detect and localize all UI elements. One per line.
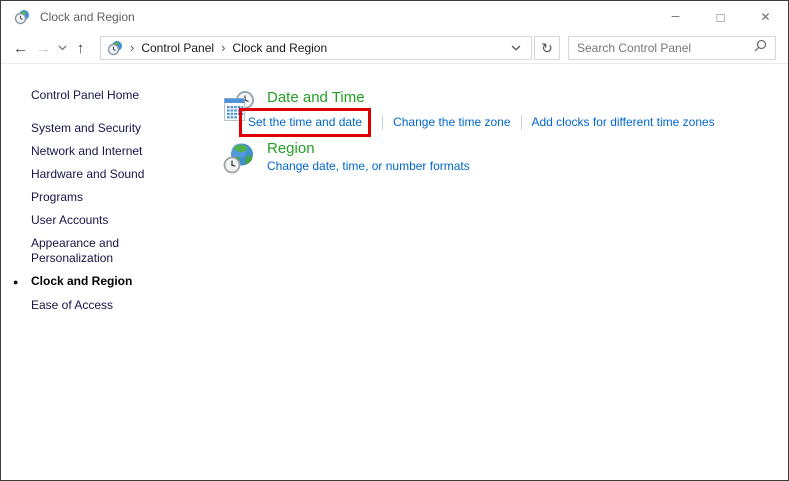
search-box[interactable] [568,36,776,60]
sidebar-item-control-panel-home[interactable]: Control Panel Home [31,88,191,103]
sidebar-item-clock-and-region[interactable]: ● Clock and Region [13,274,191,289]
search-input[interactable] [577,41,753,55]
sidebar-item-network-and-internet[interactable]: Network and Internet [31,144,191,159]
sidebar-item-hardware-and-sound[interactable]: Hardware and Sound [31,167,191,182]
up-button[interactable]: ↑ [69,35,92,61]
task-link-change-formats[interactable]: Change date, time, or number formats [267,159,470,174]
forward-button[interactable]: → [32,35,55,61]
back-button[interactable]: ← [9,35,32,61]
breadcrumb-item-clock-and-region[interactable]: Clock and Region [232,41,327,55]
section-title-region[interactable]: Region [267,140,470,158]
sidebar-item-appearance-and-personalization[interactable]: Appearance and Personalization [31,236,191,266]
section-title-date-and-time[interactable]: Date and Time [267,89,715,107]
window-title: Clock and Region [40,10,135,24]
refresh-button[interactable]: ↻ [534,36,560,60]
task-link-change-time-zone[interactable]: Change the time zone [393,115,510,130]
breadcrumb-item-control-panel[interactable]: Control Panel [141,41,214,55]
sidebar-item-ease-of-access[interactable]: Ease of Access [31,298,191,313]
close-button[interactable]: ✕ [743,1,788,33]
clock-and-region-icon [14,9,30,25]
link-separator [382,115,384,130]
breadcrumb-chevron-icon[interactable]: › [221,40,225,55]
section-region: Region Change date, time, or number form… [223,140,788,174]
control-panel-window: Clock and Region – □ ✕ ← → ↑ › Control P… [0,0,789,481]
address-dropdown-icon[interactable] [507,45,525,51]
sidebar: Control Panel Home System and Security N… [1,64,223,480]
link-separator [520,115,522,130]
minimize-button[interactable]: – [653,1,698,33]
task-link-set-time-and-date[interactable]: Set the time and date [248,115,362,129]
section-date-and-time: Date and Time Set the time and date Chan… [223,89,788,137]
main-content: Date and Time Set the time and date Chan… [223,64,788,480]
sidebar-item-system-and-security[interactable]: System and Security [31,121,191,136]
maximize-button[interactable]: □ [698,1,743,33]
title-bar: Clock and Region – □ ✕ [1,1,788,33]
sidebar-item-programs[interactable]: Programs [31,190,191,205]
history-chevron-icon[interactable] [55,35,69,61]
region-icon[interactable] [223,142,255,174]
breadcrumb-chevron-icon[interactable]: › [130,40,134,55]
highlight-box: Set the time and date [239,108,372,137]
search-icon[interactable] [753,39,767,58]
breadcrumb-location-icon[interactable] [107,40,123,56]
address-bar[interactable]: › Control Panel › Clock and Region [100,36,532,60]
active-item-bullet-icon: ● [13,277,19,287]
sidebar-item-user-accounts[interactable]: User Accounts [31,213,191,228]
task-link-add-clocks[interactable]: Add clocks for different time zones [532,115,715,130]
sidebar-item-label: Clock and Region [31,274,133,288]
navigation-toolbar: ← → ↑ › Control Panel › Clock and Region [1,33,788,64]
